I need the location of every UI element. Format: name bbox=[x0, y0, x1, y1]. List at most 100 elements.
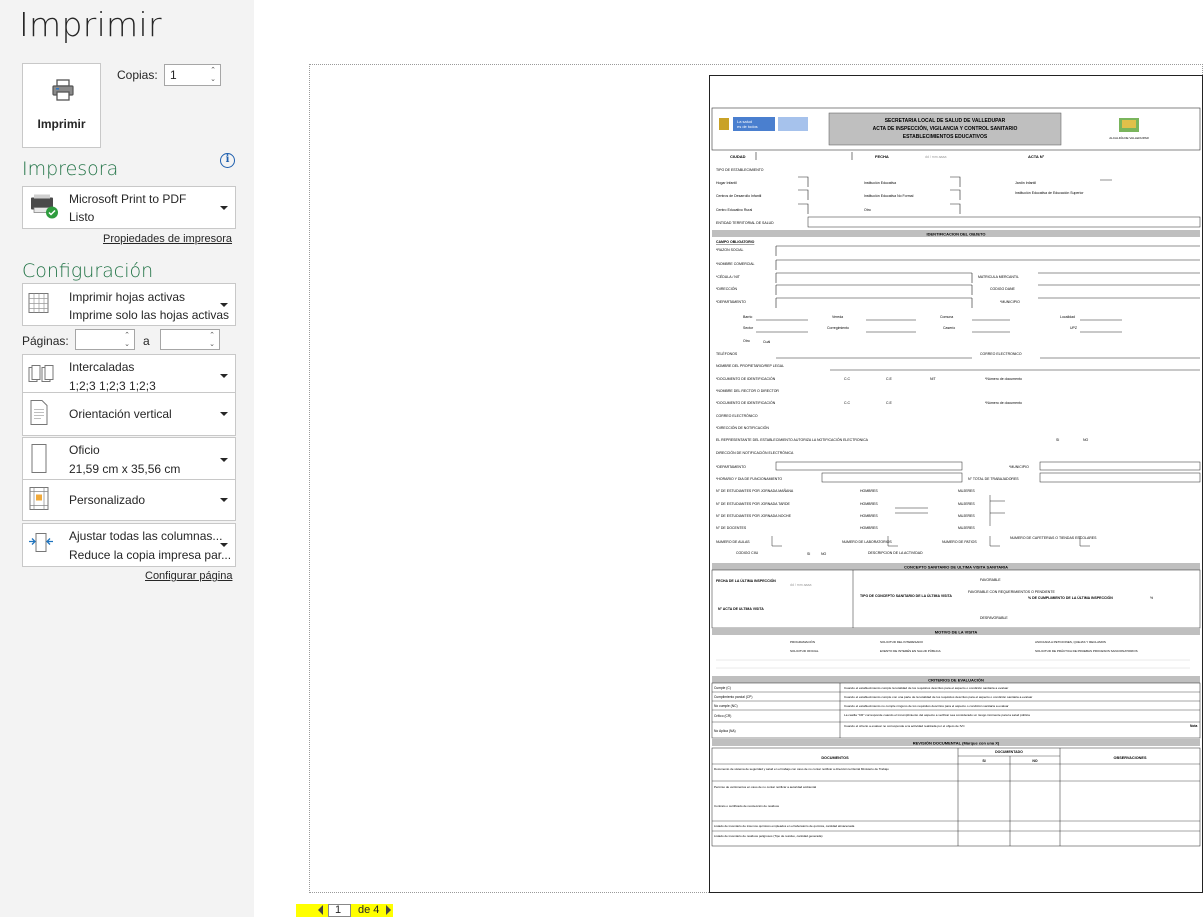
doc-nombre-com: *NOMBRE COMERCIAL bbox=[716, 262, 755, 266]
doc-cc: C.C bbox=[844, 377, 851, 381]
total-pages-label: de 4 bbox=[358, 904, 380, 916]
doc-dir-notif-el: DIRECCIÓN DE NOTIFICACIÓN ELECTRÓNICA bbox=[716, 450, 794, 455]
page-title: Imprimir bbox=[19, 5, 162, 44]
printer-select[interactable]: Microsoft Print to PDF Listo bbox=[22, 186, 236, 229]
pages-to-spinner[interactable]: ⌃ ⌄ bbox=[207, 331, 217, 349]
doc-direccion: *DIRECCIÓN bbox=[716, 286, 737, 291]
doc-fecha-ult: FECHA DE LA ÚLTIMA INSPECCIÓN bbox=[716, 578, 776, 583]
doc-doc-ident: *DOCUMENTO DE IDENTIFICACIÓN bbox=[716, 376, 776, 381]
copies-spinner[interactable]: ⌃ ⌄ bbox=[208, 66, 218, 84]
doc-inst-edu: Institución Educativa bbox=[864, 181, 896, 185]
doc-autoriza: EL REPRESENTANTE DEL ESTABLECIMIENTO AUT… bbox=[716, 437, 869, 442]
page-setup-link[interactable]: Configurar página bbox=[145, 570, 232, 582]
settings-heading: Configuración bbox=[22, 260, 154, 282]
colombia-shield-icon bbox=[719, 118, 729, 130]
doc-si: SI bbox=[1056, 438, 1059, 442]
paper-icon bbox=[28, 443, 50, 476]
pages-to-input[interactable]: ⌃ ⌄ bbox=[160, 329, 220, 350]
doc-upz: UPZ bbox=[1070, 326, 1078, 330]
doc-tipo-concepto: TIPO DE CONCEPTO SANITARIO DE LA ÚLTIMA … bbox=[860, 593, 952, 598]
doc-fecha-ph: dd / mm aaaa bbox=[925, 155, 946, 159]
collation-line2: 1;2;3 1;2;3 1;2;3 bbox=[69, 379, 156, 393]
doc-est-tarde: N° DE ESTUDIANTES POR JORNADA TARDE bbox=[716, 502, 790, 506]
doc-hombres-3: HOMBRES bbox=[860, 514, 878, 518]
doc-inst-noformal: Institución Educativa No Formal bbox=[864, 194, 914, 198]
doc-doc-ident-2: *DOCUMENTO DE IDENTIFICACIÓN bbox=[716, 400, 776, 405]
sheet-grid-icon bbox=[28, 291, 50, 318]
pages-to-label: a bbox=[143, 334, 150, 348]
copies-value: 1 bbox=[170, 68, 177, 82]
printer-status: Listo bbox=[69, 210, 95, 224]
info-icon[interactable]: i bbox=[220, 153, 235, 168]
doc-header-3: ESTABLECIMIENTOS EDUCATIVOS bbox=[903, 134, 988, 140]
doc-matricula: MATRICULA MERCANTIL bbox=[978, 275, 1019, 279]
margins-select[interactable]: Personalizado bbox=[22, 479, 236, 521]
doc-num-acta-ult: N° ACTA DE ULTIMA VISITA bbox=[718, 607, 764, 611]
doc-evento: EVENTO DE INTERÉS EN SALUD PÚBLICA bbox=[880, 648, 941, 653]
print-what-select[interactable]: Imprimir hojas activas Imprime solo las … bbox=[22, 283, 236, 326]
margins-label: Personalizado bbox=[69, 493, 146, 507]
doc-sector: Sector bbox=[743, 326, 754, 330]
doc-departamento-2: *DEPARTAMENTO bbox=[716, 465, 746, 469]
pages-from-input[interactable]: ⌃ ⌄ bbox=[75, 329, 135, 350]
doc-ciiu: CODIGO CIIU bbox=[736, 551, 759, 555]
doc-horario: *HORARIO Y DIA DE FUNCIONAMIENTO bbox=[716, 477, 782, 481]
pages-from-spinner[interactable]: ⌃ ⌄ bbox=[122, 331, 132, 349]
doc-mujeres-1: MUJERES bbox=[958, 489, 975, 493]
doc-header-1: SECRETARIA LOCAL DE SALUD DE VALLEDUPAR bbox=[885, 118, 1006, 124]
doc-correo: CORREO ELECTRONICO bbox=[980, 352, 1022, 356]
doc-correo2: CORREO ELECTRÓNICO bbox=[716, 413, 758, 418]
preview-page: La salud es de todos Minsalud SECRETARIA… bbox=[709, 75, 1203, 893]
chevron-down-icon bbox=[220, 373, 228, 378]
doc-fecha: FECHA bbox=[875, 154, 889, 159]
paper-size-line2: 21,59 cm x 35,56 cm bbox=[69, 462, 181, 476]
doc-solicitud-of: SOLICITUD OFICIAL bbox=[790, 649, 819, 653]
copies-input[interactable]: 1 ⌃ ⌄ bbox=[164, 64, 221, 86]
doc-desfavorable: DESFAVORABLE bbox=[980, 616, 1008, 620]
collation-select[interactable]: Intercaladas 1;2;3 1;2;3 1;2;3 bbox=[22, 354, 236, 397]
paper-size-line1: Oficio bbox=[69, 443, 100, 457]
doc-asociada: ASOCIADA A PETICIONES, QUEJAS Y RECLAMOS bbox=[1035, 640, 1106, 644]
doc-parcial: Cumplimiento parcial (CP) bbox=[714, 695, 752, 699]
alcaldia-label: ALCALDÍA DE VALLEDUPAR bbox=[1109, 136, 1149, 140]
doc-hombres-1: HOMBRES bbox=[860, 489, 878, 493]
printer-device-icon bbox=[28, 192, 60, 223]
chevron-down-icon bbox=[220, 498, 228, 502]
doc-hogar: Hogar Infantil bbox=[716, 181, 737, 185]
next-page-icon[interactable] bbox=[386, 905, 391, 915]
printer-properties-link[interactable]: Propiedades de impresora bbox=[103, 233, 232, 245]
logo-text-2: es de todos bbox=[737, 124, 758, 129]
doc-critico: Crítico (CR) bbox=[714, 714, 731, 718]
doc-sec-concepto: CONCEPTO SANITARIO DE ULTIMA VISITA SANI… bbox=[904, 565, 1008, 570]
chevron-down-icon bbox=[220, 205, 228, 210]
doc-nocumple: No cumple (NC) bbox=[714, 704, 738, 708]
doc-comuna: Comuna bbox=[940, 315, 953, 319]
doc-cumple: Cumple (C) bbox=[714, 686, 731, 690]
doc-pct-cumpl: % DE CUMPLIMIENTO DE LA ÚLTIMA INSPECCIÓ… bbox=[1028, 595, 1113, 600]
doc-jardin: Jardín Infantil bbox=[1015, 181, 1036, 185]
doc-header-2: ACTA DE INSPECCIÓN, VIGILANCIA Y CONTROL… bbox=[873, 124, 1018, 132]
doc-total-trab: N° TOTAL DE TRABAJADORES bbox=[968, 477, 1019, 481]
portrait-page-icon bbox=[28, 400, 50, 429]
scaling-select[interactable]: Ajustar todas las columnas... Reduce la … bbox=[22, 523, 236, 567]
doc-caserio: Caserío bbox=[943, 326, 955, 330]
doc-documentado: DOCUMENTADO bbox=[995, 750, 1023, 754]
scaling-line2: Reduce la copia impresa par... bbox=[69, 548, 232, 562]
previous-page-icon[interactable] bbox=[318, 905, 323, 915]
printer-name: Microsoft Print to PDF bbox=[69, 192, 187, 206]
doc-row2: Permiso de vertimientos en caso de no co… bbox=[714, 785, 816, 789]
doc-hombres-4: HOMBRES bbox=[860, 526, 878, 530]
doc-no: NO bbox=[1083, 438, 1089, 442]
copies-label: Copias: bbox=[117, 68, 158, 82]
orientation-select[interactable]: Orientación vertical bbox=[22, 392, 236, 436]
doc-municipio-2: *MUNICIPIO bbox=[1009, 465, 1029, 469]
doc-no-3: NO bbox=[1032, 759, 1038, 763]
print-button[interactable]: Imprimir bbox=[22, 63, 101, 148]
current-page-input[interactable]: 1 bbox=[328, 904, 351, 917]
page-navigator: 1 de 4 bbox=[296, 904, 393, 917]
doc-est-manana: N° DE ESTUDIANTES POR JORNADA MAÑANA bbox=[716, 488, 794, 493]
paper-size-select[interactable]: Oficio 21,59 cm x 35,56 cm bbox=[22, 437, 236, 482]
doc-cual: Cuál bbox=[763, 340, 770, 344]
doc-pct: % bbox=[1150, 596, 1153, 600]
doc-mujeres-3: MUJERES bbox=[958, 514, 975, 518]
